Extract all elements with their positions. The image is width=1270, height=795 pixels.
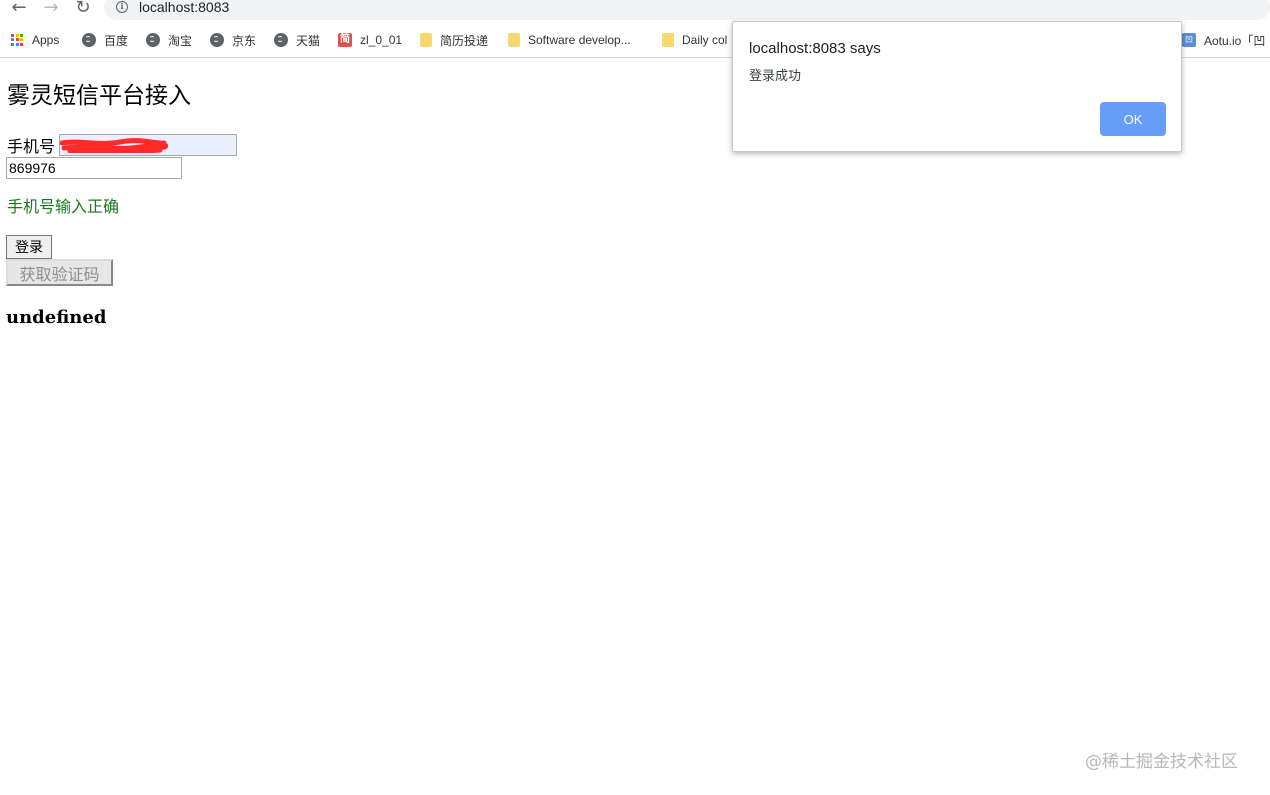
globe-icon	[82, 33, 96, 47]
bookmark-baidu[interactable]: 百度	[82, 31, 128, 49]
bookmark-label: Aotu.io「凹	[1204, 33, 1266, 48]
phone-label: 手机号	[7, 137, 56, 156]
bookmark-label: 天猫	[296, 33, 321, 48]
get-code-button[interactable]: 获取验证码	[6, 259, 113, 286]
folder-icon	[508, 33, 520, 47]
folder-icon	[662, 33, 674, 47]
page-title: 雾灵短信平台接入	[7, 83, 191, 109]
bookmark-zl[interactable]: 简 zl_0_01	[338, 31, 402, 49]
bookmark-label: 百度	[104, 33, 129, 48]
alert-title: localhost:8083 says	[749, 40, 881, 57]
url-text[interactable]: localhost:8083	[139, 0, 229, 15]
redaction-scribble	[60, 138, 169, 153]
apps-grid-icon	[11, 33, 24, 47]
bookmark-folder-daily[interactable]: Daily col	[662, 31, 727, 49]
globe-icon	[146, 33, 160, 47]
bookmark-label: Software develop...	[528, 33, 631, 47]
bookmark-label: Apps	[32, 33, 60, 47]
bookmark-jd[interactable]: 京东	[210, 31, 256, 49]
aotu-icon: 凹	[1182, 33, 1196, 47]
globe-icon	[210, 33, 224, 47]
bookmark-label: Daily col	[682, 33, 728, 47]
forward-arrow-icon[interactable]: →	[40, 0, 62, 19]
bookmark-tmall[interactable]: 天猫	[274, 31, 320, 49]
address-bar[interactable]: i localhost:8083	[104, 0, 1270, 20]
reload-icon[interactable]: ↻	[72, 0, 94, 19]
phone-status-message: 手机号输入正确	[7, 197, 120, 216]
watermark: @稀土掘金技术社区	[1085, 752, 1238, 772]
phone-input[interactable]	[59, 134, 238, 156]
bookmark-label: 简历投递	[440, 33, 489, 48]
bookmark-apps[interactable]: Apps	[11, 31, 59, 49]
alert-dialog: localhost:8083 says 登录成功 OK	[732, 21, 1182, 152]
bookmark-taobao[interactable]: 淘宝	[146, 31, 192, 49]
back-arrow-icon[interactable]: ←	[8, 0, 30, 19]
navigation-bar: ← → ↻ i localhost:8083	[0, 0, 1270, 20]
jian-icon: 简	[338, 33, 352, 47]
info-icon[interactable]: i	[116, 1, 128, 13]
result-text: undefined	[6, 307, 107, 328]
verification-code-input[interactable]	[6, 157, 182, 179]
ok-button[interactable]: OK	[1100, 102, 1166, 136]
bookmark-label: 淘宝	[168, 33, 193, 48]
bookmark-aotu[interactable]: 凹 Aotu.io「凹	[1182, 31, 1265, 49]
alert-message: 登录成功	[749, 69, 802, 84]
bookmark-label: 京东	[232, 33, 257, 48]
bookmark-folder-software[interactable]: Software develop...	[508, 31, 631, 49]
login-button[interactable]: 登录	[6, 235, 52, 259]
folder-icon	[420, 33, 432, 47]
globe-icon	[274, 33, 288, 47]
phone-row: 手机号	[7, 133, 238, 157]
bookmark-label: zl_0_01	[360, 33, 403, 47]
bookmark-folder-resume[interactable]: 简历投递	[420, 31, 488, 49]
